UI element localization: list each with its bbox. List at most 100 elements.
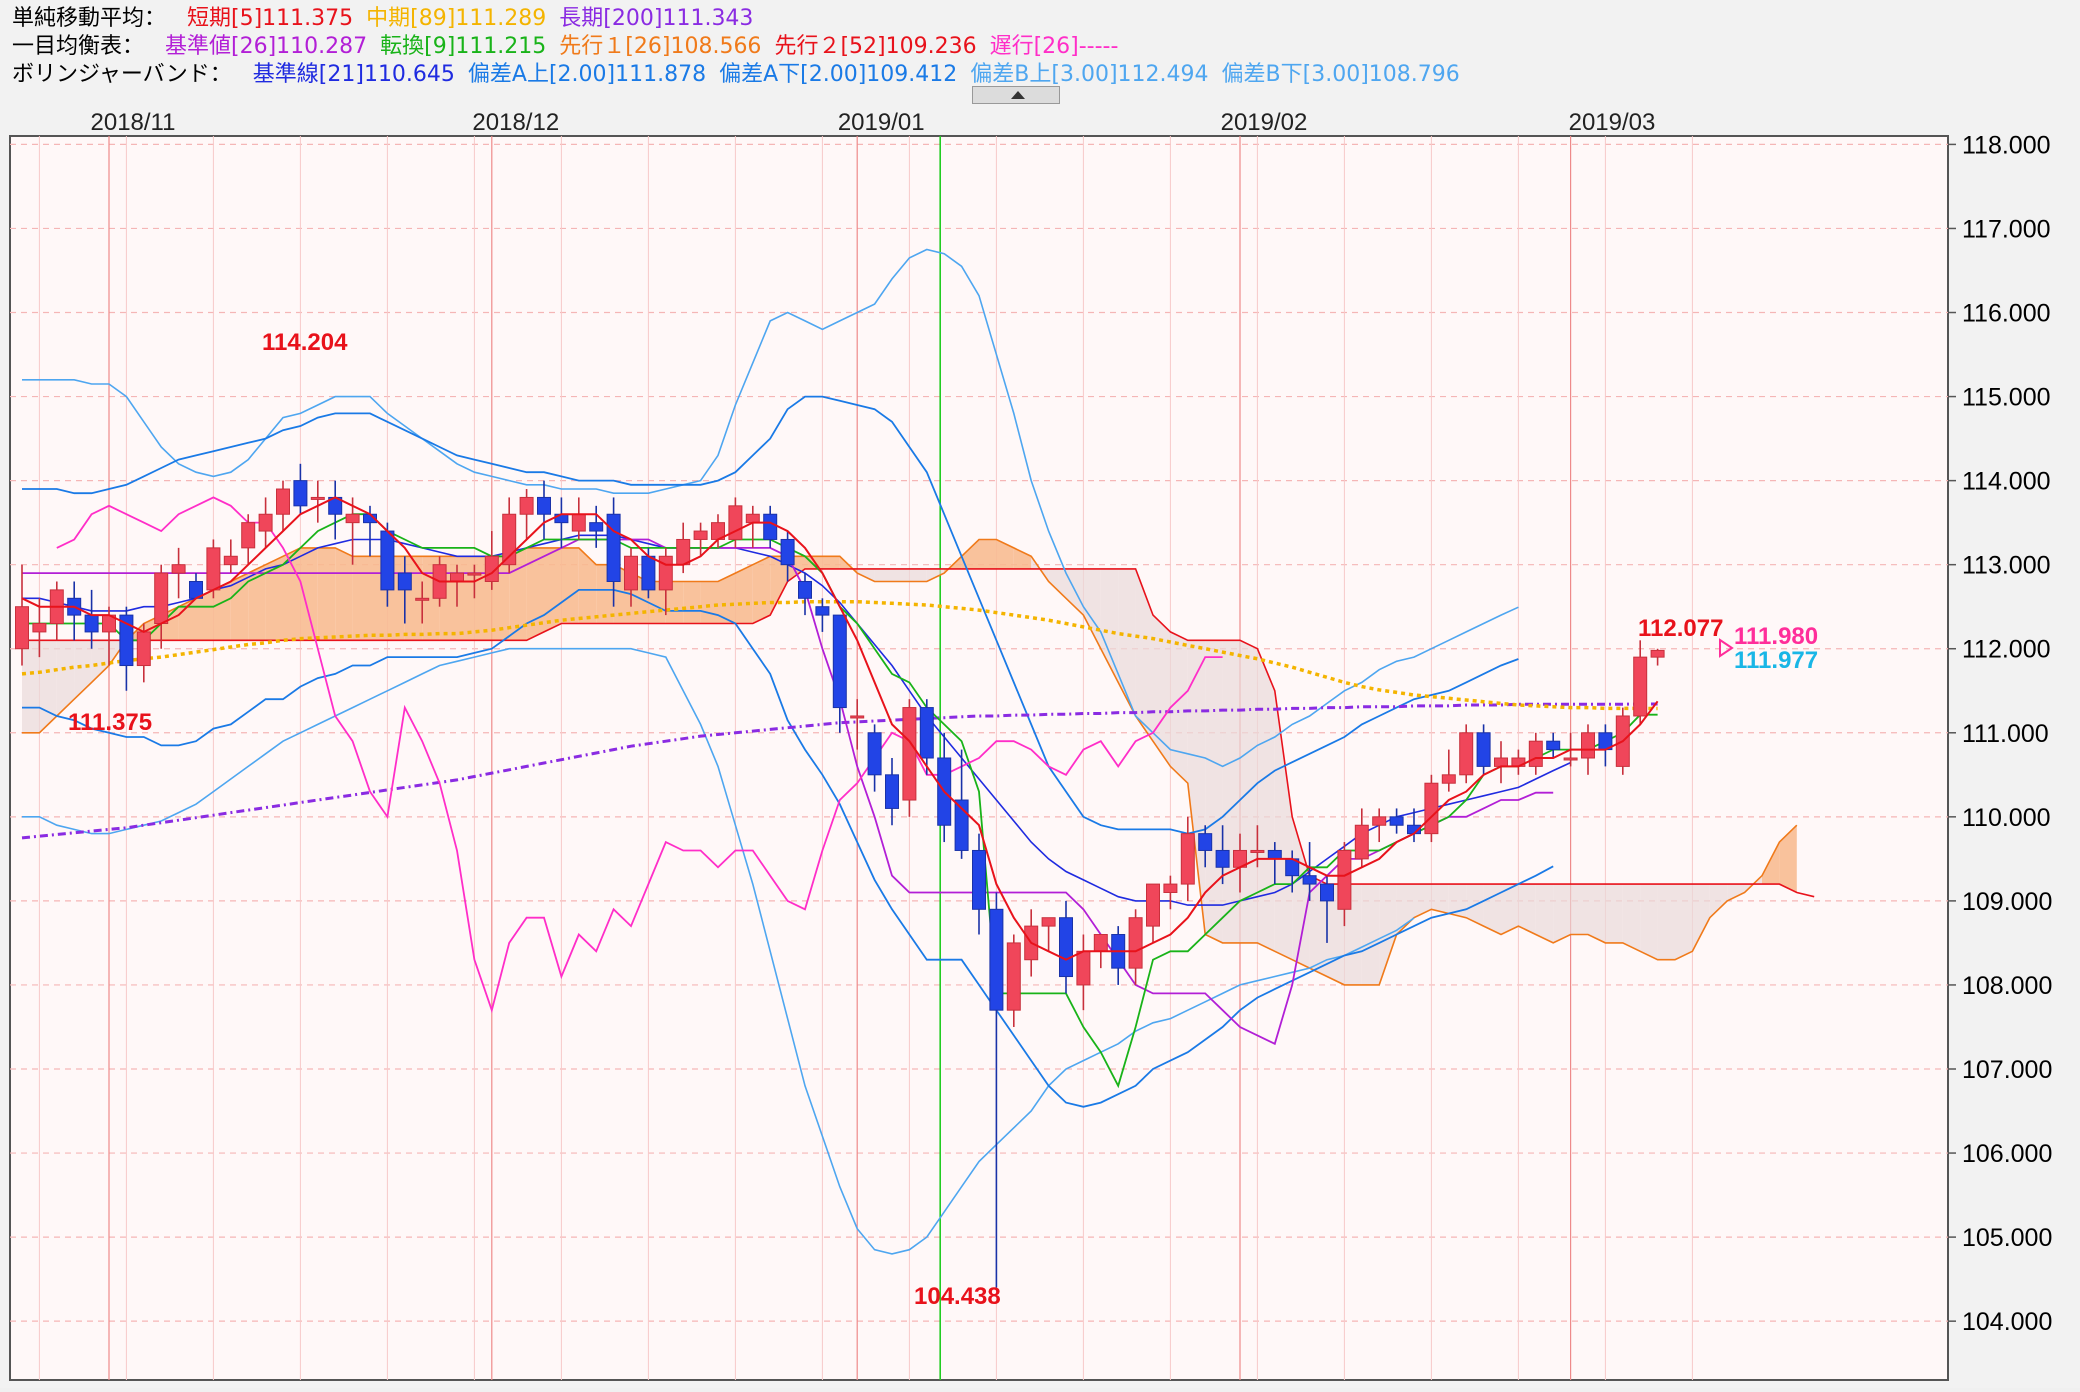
kumo-segment: [1588, 884, 1606, 943]
legend-row-bollinger: ボリンジャーバンド： 基準線[21]110.645 偏差A上[2.00]111.…: [12, 58, 1466, 92]
candle-body: [32, 623, 47, 633]
legend-bb-b-down: 偏差B下[3.00]108.796: [1221, 62, 1460, 87]
candle-body: [1198, 833, 1213, 851]
candle-body: [919, 707, 934, 759]
legend-ichimoku-title: 一目均衡表：: [12, 34, 145, 59]
kumo-segment: [822, 556, 840, 569]
x-month-label: 2019/03: [1569, 109, 1656, 136]
y-tick-label: 110.000: [1962, 804, 2051, 832]
candle-body: [258, 513, 273, 532]
candle-body: [519, 496, 534, 515]
kumo-segment: [526, 547, 544, 641]
y-tick-label: 104.000: [1962, 1308, 2052, 1336]
candle-body: [276, 488, 290, 515]
candle-body: [902, 707, 917, 801]
candle-body: [850, 715, 865, 719]
candle-body: [1320, 883, 1334, 902]
candle-body: [1476, 732, 1491, 767]
y-tick-label: 105.000: [1962, 1224, 2052, 1252]
kumo-segment: [874, 568, 892, 582]
legend-sma-title: 単純移動平均：: [12, 6, 167, 31]
candle-body: [780, 538, 795, 566]
last-close-label: 111.980: [1734, 623, 1818, 650]
kumo-segment: [700, 581, 718, 624]
candle-body: [1650, 649, 1665, 658]
kumo-segment: [683, 581, 701, 624]
candle-body: [154, 572, 169, 625]
candle-body: [241, 522, 256, 549]
candle-body: [1302, 875, 1317, 885]
kumo-segment: [752, 556, 771, 624]
candle-body: [1372, 816, 1387, 826]
candle-body: [1180, 833, 1195, 885]
candle-body: [310, 496, 325, 500]
candle-body: [1389, 816, 1404, 826]
candle-body: [571, 513, 586, 532]
kumo-segment: [22, 640, 40, 733]
last-bb-label: 111.977: [1734, 647, 1818, 674]
legend-senkou2: 先行２[52]109.236: [774, 34, 977, 59]
candle-body: [397, 572, 412, 591]
candle-body: [676, 538, 691, 566]
candle-body: [136, 631, 151, 667]
candle-body: [1059, 917, 1073, 978]
candle-body: [1528, 740, 1543, 767]
candle-body: [1546, 740, 1561, 751]
candle-body: [798, 580, 812, 599]
candle-body: [171, 564, 186, 574]
candle-body: [1633, 656, 1648, 717]
candle-body: [467, 572, 482, 576]
kumo-segment: [352, 556, 370, 641]
candle-body: [589, 522, 604, 532]
candle-body: [728, 505, 743, 540]
candle-body: [972, 849, 986, 910]
collapse-legend-button[interactable]: [972, 86, 1060, 104]
candle-body: [1006, 942, 1021, 1011]
kumo-segment: [909, 568, 927, 582]
y-tick-label: 117.000: [1962, 215, 2051, 243]
candle-body: [989, 908, 1004, 1011]
kumo-segment: [1553, 884, 1571, 943]
kumo-segment: [1640, 884, 1658, 960]
candle-body: [1563, 757, 1578, 761]
legend-bb-base: 基準線[21]110.645: [252, 62, 455, 87]
legend-sma-mid: 中期[89]111.289: [366, 6, 547, 31]
candle-body: [1267, 849, 1282, 860]
y-tick-label: 114.000: [1962, 468, 2051, 496]
price-chart[interactable]: 104.000 105.000 106.000 107.000 108.000 109.0…: [0, 104, 2080, 1388]
legend-bb-b-up: 偏差B上[3.00]112.494: [970, 62, 1209, 87]
indicator-legend: 単純移動平均： 短期[5]111.375 中期[89]111.289 長期[20…: [0, 0, 2080, 104]
high-price-label: 114.204: [262, 329, 348, 356]
candle-body: [763, 513, 778, 540]
candle-body: [832, 614, 847, 709]
legend-bb-a-down: 偏差A下[2.00]109.412: [719, 62, 958, 87]
legend-chikou: 遅行[26]-----: [989, 34, 1119, 59]
y-tick-label: 111.000: [1962, 720, 2049, 748]
candle-body: [1163, 883, 1178, 893]
legend-senkou1: 先行１[26]108.566: [559, 34, 762, 59]
candle-body: [415, 597, 430, 601]
kumo-segment: [1222, 640, 1240, 943]
y-tick-label: 107.000: [1962, 1056, 2052, 1084]
candle-body: [885, 774, 899, 809]
kumo-segment: [1622, 884, 1641, 952]
kumo-segment: [1361, 884, 1380, 985]
kumo-segment: [1257, 648, 1275, 952]
candle-body: [1459, 732, 1474, 776]
kumo-segment: [1570, 884, 1588, 935]
candle-body: [1093, 934, 1108, 952]
candle-body: [867, 732, 882, 776]
x-month-label: 2019/02: [1221, 109, 1308, 136]
kumo-segment: [317, 547, 336, 641]
legend-kijun: 基準値[26]110.287: [165, 34, 368, 59]
candle-body: [1128, 917, 1143, 969]
candle-body: [1581, 732, 1595, 759]
x-month-label: 2018/11: [91, 109, 176, 136]
kumo-segment: [1205, 640, 1223, 943]
kumo-segment: [544, 547, 562, 632]
candle-body: [1250, 849, 1265, 853]
kumo-segment: [335, 547, 353, 641]
candle-body: [658, 555, 673, 591]
candle-body: [1494, 757, 1508, 767]
candle-body: [223, 555, 238, 566]
